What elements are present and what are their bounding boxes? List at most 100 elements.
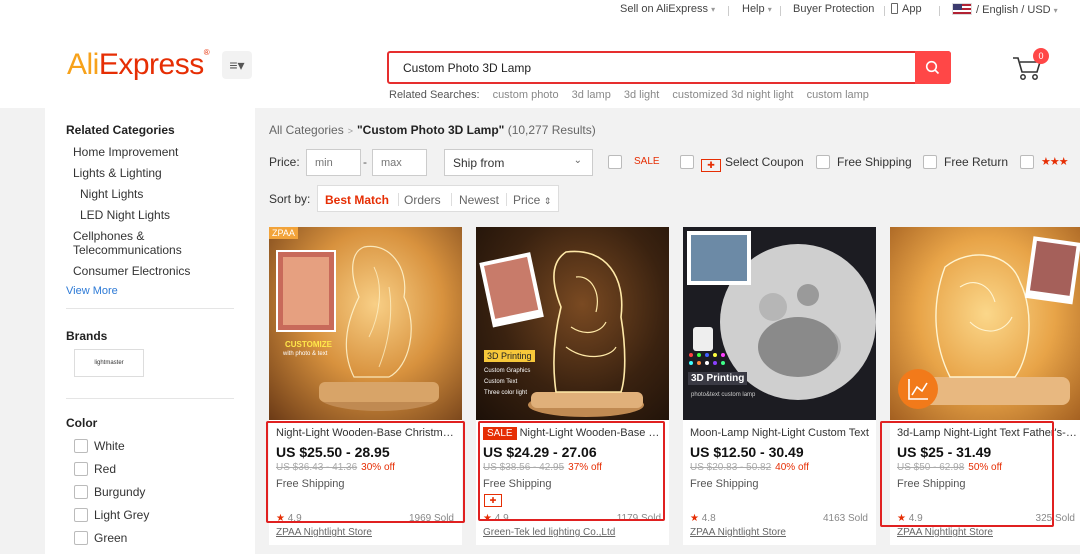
divider	[780, 6, 781, 16]
sort-best-match[interactable]: Best Match	[325, 193, 389, 207]
product-title[interactable]: Moon-Lamp Night-Light Custom Text	[690, 427, 870, 439]
header: AliExpress® ≡▾ Custom Photo 3D Lamp Rela…	[0, 22, 1080, 108]
color-checkbox-white[interactable]	[74, 439, 88, 453]
chevron-right-icon: >	[347, 126, 353, 136]
category-night-lights[interactable]: Night Lights	[80, 187, 143, 201]
sort-label: Sort by:	[269, 192, 311, 206]
language-currency-selector[interactable]: / English / USD ▾	[952, 3, 1058, 16]
product-card[interactable]: 3D Printing photo&text custom lamp Moon-…	[683, 227, 876, 545]
image-text: Custom Graphics	[484, 368, 531, 374]
lamp-illustration	[276, 245, 439, 411]
chevron-down-icon: ▾	[711, 5, 716, 14]
sold-count: 1179 Sold	[616, 513, 661, 524]
divider	[66, 398, 234, 399]
color-checkbox-burgundy[interactable]	[74, 485, 88, 499]
store-link[interactable]: ZPAA Nightlight Store	[897, 527, 993, 538]
color-label: White	[94, 439, 125, 453]
sort-price[interactable]: Price ⇕	[513, 193, 551, 207]
price-min-input[interactable]	[306, 149, 361, 176]
free-shipping-checkbox[interactable]	[816, 155, 830, 169]
product-card[interactable]: 3D Printing Custom Graphics Custom Text …	[476, 227, 669, 545]
app-link[interactable]: App	[891, 3, 922, 15]
search-bar[interactable]: Custom Photo 3D Lamp	[387, 51, 951, 84]
free-return-label: Free Return	[944, 155, 1009, 169]
color-checkbox-green[interactable]	[74, 531, 88, 545]
divider	[398, 193, 399, 206]
brand-tag: ZPAA	[269, 227, 298, 239]
product-title[interactable]: 3d-Lamp Night-Light Text Father's-Day	[897, 427, 1077, 439]
us-flag-icon	[952, 3, 972, 15]
lamp-illustration	[898, 236, 1080, 409]
search-button[interactable]	[915, 51, 951, 84]
free-return-checkbox[interactable]	[923, 155, 937, 169]
sold-count: 325 Sold	[1035, 513, 1075, 524]
star-icon: ★	[276, 513, 285, 524]
search-input[interactable]: Custom Photo 3D Lamp	[403, 61, 531, 75]
sale-label: SALE	[634, 156, 660, 167]
product-card[interactable]: ZPAA CUSTOMIZE with photo & text Night-L…	[269, 227, 462, 545]
sort-newest[interactable]: Newest	[459, 193, 499, 207]
hamburger-icon: ≡▾	[229, 57, 245, 73]
related-search-link[interactable]: customized 3d night light	[672, 89, 793, 101]
discount-label: 40% off	[775, 462, 809, 473]
ship-from-dropdown[interactable]: Ship from ⌄	[444, 149, 593, 176]
product-image[interactable]	[890, 227, 1080, 420]
sold-count: 4163 Sold	[822, 513, 868, 524]
store-link[interactable]: Green-Tek led lighting Co.,Ltd	[483, 527, 615, 538]
chevron-down-icon: ⌄	[573, 155, 582, 166]
store-link[interactable]: ZPAA Nightlight Store	[690, 527, 786, 538]
sort-orders[interactable]: Orders	[404, 193, 441, 207]
brand-logo-lightmaster[interactable]: lightmaster	[74, 349, 144, 377]
sell-on-aliexpress-link[interactable]: Sell on AliExpress ▾	[620, 3, 715, 15]
product-image[interactable]: ZPAA CUSTOMIZE with photo & text	[269, 227, 462, 420]
related-search-link[interactable]: 3d light	[624, 89, 659, 101]
result-count: (10,277 Results)	[507, 123, 596, 137]
product-price: US $24.29 - 27.06	[483, 444, 597, 460]
original-price: US $50 - 62.98 50% off	[897, 462, 1002, 473]
related-search-link[interactable]: custom lamp	[807, 89, 869, 101]
category-cellphones[interactable]: Cellphones & Telecommunications	[73, 229, 182, 257]
help-link[interactable]: Help ▾	[742, 3, 772, 15]
view-more-link[interactable]: View More	[66, 285, 118, 297]
category-consumer-electronics[interactable]: Consumer Electronics	[73, 264, 190, 278]
buyer-protection-link[interactable]: Buyer Protection	[793, 3, 874, 15]
store-link[interactable]: ZPAA Nightlight Store	[276, 527, 372, 538]
filter-sidebar: Related Categories Home Improvement Ligh…	[45, 108, 255, 554]
categories-menu-button[interactable]: ≡▾	[222, 51, 252, 79]
category-lights-lighting[interactable]: Lights & Lighting	[73, 166, 162, 180]
color-label: Red	[94, 462, 117, 476]
shipping-info: Free Shipping	[483, 478, 552, 490]
color-title: Color	[66, 416, 98, 430]
product-title[interactable]: Night-Light Wooden-Base Christmas Gift	[276, 427, 456, 439]
category-home-improvement[interactable]: Home Improvement	[73, 145, 178, 159]
related-search-link[interactable]: 3d lamp	[572, 89, 611, 101]
product-image[interactable]: 3D Printing Custom Graphics Custom Text …	[476, 227, 669, 420]
price-label: Price:	[269, 155, 300, 169]
breadcrumb-query: "Custom Photo 3D Lamp"	[356, 123, 505, 137]
select-coupon-checkbox[interactable]	[680, 155, 694, 169]
related-search-link[interactable]: custom photo	[493, 89, 559, 101]
cart-button[interactable]: 0	[1010, 48, 1050, 84]
chevron-down-icon: ▾	[1053, 6, 1058, 15]
breadcrumb-all-categories[interactable]: All Categories	[269, 123, 344, 137]
price-range-dash: -	[363, 155, 367, 169]
sale-checkbox[interactable]	[608, 155, 622, 169]
color-checkbox-red[interactable]	[74, 462, 88, 476]
aliexpress-logo[interactable]: AliExpress®	[67, 48, 210, 82]
color-label: Light Grey	[94, 508, 150, 522]
shipping-info: Free Shipping	[690, 478, 759, 490]
free-shipping-label: Free Shipping	[837, 155, 912, 169]
related-searches-label: Related Searches:	[389, 89, 480, 101]
image-text: Three color light	[484, 390, 528, 396]
divider	[66, 308, 234, 309]
product-image[interactable]: 3D Printing photo&text custom lamp	[683, 227, 876, 420]
star-rating-icon: ★★★	[1041, 156, 1069, 168]
product-title[interactable]: SALENight-Light Wooden-Base Custom Photo	[483, 427, 663, 440]
image-subcaption: with photo & text	[283, 351, 328, 357]
product-card[interactable]: 3d-Lamp Night-Light Text Father's-Day US…	[890, 227, 1080, 545]
color-checkbox-light-grey[interactable]	[74, 508, 88, 522]
rating-checkbox[interactable]	[1020, 155, 1034, 169]
price-max-input[interactable]	[372, 149, 427, 176]
product-price: US $25 - 31.49	[897, 444, 992, 460]
category-led-night-lights[interactable]: LED Night Lights	[80, 208, 170, 222]
